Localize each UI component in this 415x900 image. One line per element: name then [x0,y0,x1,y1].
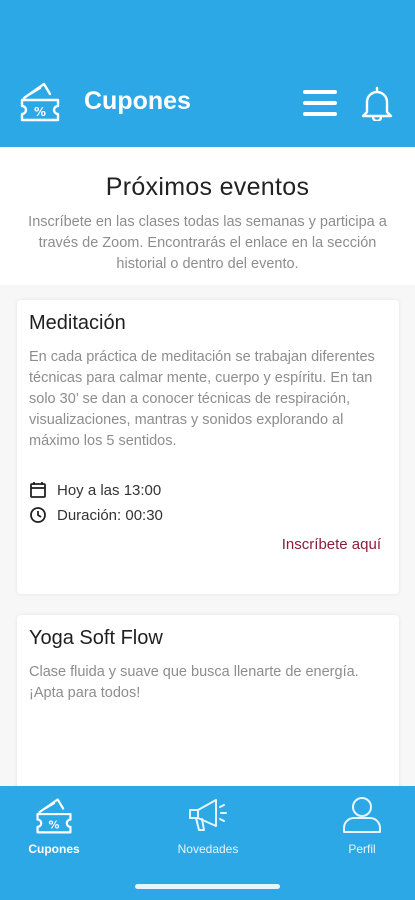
event-duration: Duración: 00:30 [57,506,163,524]
tab-label: Cupones [28,842,80,856]
signup-link[interactable]: Inscríbete aquí [282,536,381,553]
event-description: Clase fluida y suave que busca llenarte … [29,664,359,701]
events-screen: Próximos eventos Inscríbete en las clase… [0,147,415,787]
header-title: Cupones [84,87,191,115]
page-description: Inscríbete en las clases todas las seman… [28,214,387,272]
coupon-percent-icon: % [36,798,72,834]
svg-text:%: % [49,819,60,832]
event-duration-row: Duración: 00:30 [29,506,163,524]
tab-cupones[interactable]: % Cupones [0,794,114,856]
coupon-percent-icon: % [20,82,60,122]
intro-section: Próximos eventos Inscríbete en las clase… [0,147,415,285]
bell-icon[interactable] [360,85,394,121]
clock-icon [30,507,46,523]
user-profile-icon [343,797,381,833]
event-card-meditacion: Meditación En cada práctica de meditació… [17,300,399,594]
svg-text:%: % [34,105,46,119]
home-indicator[interactable] [135,884,280,889]
hamburger-menu-icon[interactable] [303,90,337,116]
event-card-yoga: Yoga Soft Flow Clase fluida y suave que … [17,615,399,787]
calendar-icon [30,482,46,498]
event-date-row: Hoy a las 13:00 [29,481,161,499]
tab-label: Novedades [177,842,239,856]
tab-label: Perfil [348,842,376,856]
tab-novedades[interactable]: Novedades [148,794,268,856]
event-title: Yoga Soft Flow [29,627,163,649]
page-title: Próximos eventos [105,173,310,201]
megaphone-icon [189,799,227,831]
app-header: % Cupones [0,0,415,147]
tab-perfil[interactable]: Perfil [302,794,415,856]
bottom-tab-bar: % Cupones Novedades Perfil [0,786,415,900]
event-description: En cada práctica de meditación se trabaj… [29,349,375,449]
event-date: Hoy a las 13:00 [57,481,162,499]
event-title: Meditación [29,312,126,334]
